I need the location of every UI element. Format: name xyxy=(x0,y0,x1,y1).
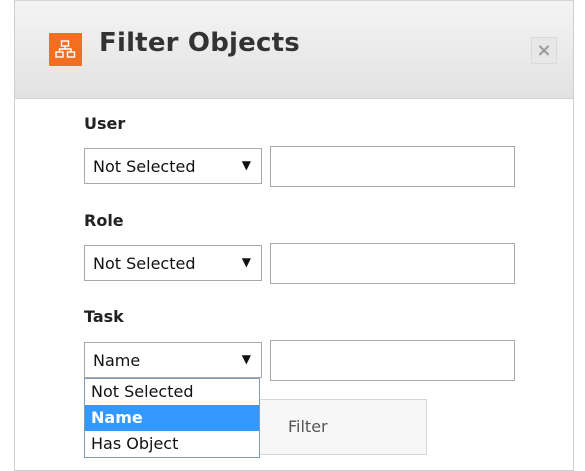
page: Filter Objects × User Not Selected ▼ Rol… xyxy=(0,0,585,471)
user-label: User xyxy=(84,114,126,133)
close-button[interactable]: × xyxy=(531,37,557,64)
user-select-value: Not Selected xyxy=(93,157,196,176)
hierarchy-icon xyxy=(49,33,82,66)
user-filter-input[interactable] xyxy=(270,146,515,187)
filter-button-label: Filter xyxy=(288,417,328,436)
dialog-title: Filter Objects xyxy=(99,28,300,58)
dropdown-arrow-icon: ▼ xyxy=(241,352,251,366)
task-select[interactable]: Name ▼ xyxy=(84,342,262,378)
dialog-header: Filter Objects × xyxy=(15,1,573,99)
dropdown-arrow-icon: ▼ xyxy=(241,158,251,172)
task-filter-input[interactable] xyxy=(270,340,515,381)
dropdown-option-not-selected[interactable]: Not Selected xyxy=(85,379,259,405)
dropdown-arrow-icon: ▼ xyxy=(241,255,251,269)
task-select-value: Name xyxy=(93,351,141,370)
user-select[interactable]: Not Selected ▼ xyxy=(84,148,262,184)
dropdown-option-name[interactable]: Name xyxy=(85,405,259,431)
dropdown-option-has-object[interactable]: Has Object xyxy=(85,431,259,457)
task-label: Task xyxy=(84,307,124,326)
role-select-value: Not Selected xyxy=(93,254,196,273)
filter-objects-dialog: Filter Objects × User Not Selected ▼ Rol… xyxy=(14,0,574,471)
role-label: Role xyxy=(84,211,124,230)
task-select-dropdown-list: Not Selected Name Has Object xyxy=(84,378,260,458)
role-select[interactable]: Not Selected ▼ xyxy=(84,245,262,281)
role-filter-input[interactable] xyxy=(270,243,515,284)
